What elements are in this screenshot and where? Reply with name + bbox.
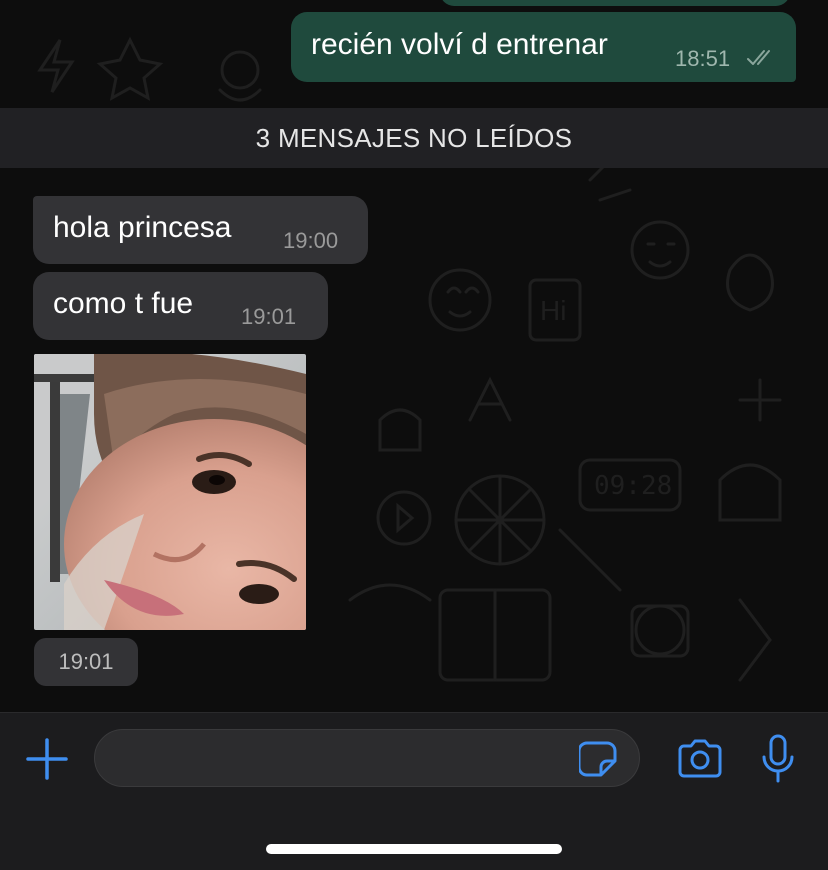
svg-text:Hi: Hi bbox=[540, 295, 566, 326]
sticker-icon[interactable] bbox=[579, 739, 619, 779]
camera-icon[interactable] bbox=[676, 738, 724, 780]
incoming-message[interactable]: hola princesa 19:00 bbox=[33, 196, 368, 264]
message-time: 19:01 bbox=[241, 304, 297, 329]
chat-area[interactable]: Hi 09:28 recién volví d entrenar 18:51 3… bbox=[0, 0, 828, 712]
message-text: hola princesa bbox=[53, 211, 232, 244]
previous-outgoing-message[interactable] bbox=[440, 0, 790, 6]
message-time: 18:51 bbox=[675, 46, 731, 71]
message-text: como t fue bbox=[53, 287, 194, 320]
incoming-message[interactable]: como t fue 19:01 bbox=[33, 272, 328, 340]
photo-image bbox=[34, 354, 306, 630]
photo-message[interactable] bbox=[34, 354, 306, 630]
svg-text:09:28: 09:28 bbox=[594, 471, 672, 501]
message-time: 19:01 bbox=[58, 649, 114, 674]
unread-messages-divider: 3 MENSAJES NO LEÍDOS bbox=[0, 108, 828, 168]
double-check-icon bbox=[747, 50, 770, 65]
message-composer bbox=[0, 712, 828, 870]
message-text: recién volví d entrenar bbox=[311, 28, 608, 61]
outgoing-message[interactable]: recién volví d entrenar 18:51 bbox=[291, 12, 796, 82]
message-input[interactable] bbox=[94, 729, 640, 787]
photo-message-time: 19:01 bbox=[34, 638, 138, 686]
home-indicator[interactable] bbox=[266, 844, 562, 854]
message-time: 19:00 bbox=[283, 228, 339, 253]
microphone-icon[interactable] bbox=[760, 733, 796, 785]
unread-divider-label: 3 MENSAJES NO LEÍDOS bbox=[255, 122, 573, 153]
plus-icon[interactable] bbox=[25, 737, 69, 781]
